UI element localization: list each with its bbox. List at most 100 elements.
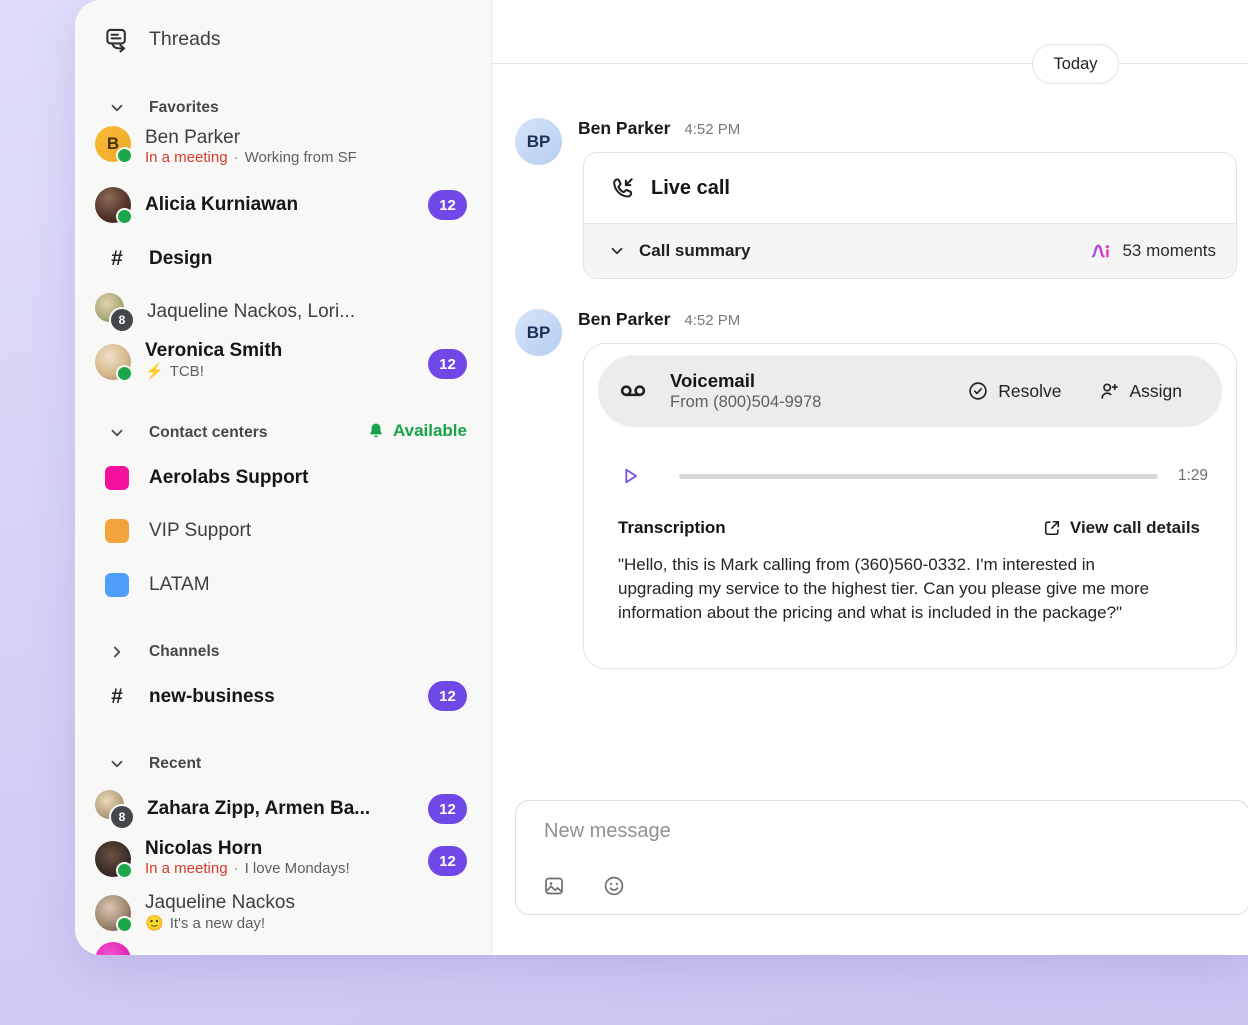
voicemail-from: From (800)504-9978	[670, 392, 821, 413]
group-avatar: 8	[95, 293, 133, 331]
status-emoji: ⚡	[145, 362, 164, 380]
moments-count: 53 moments	[1122, 241, 1216, 261]
avatar: BP	[515, 309, 562, 356]
unread-badge: 12	[428, 349, 467, 379]
sidebar-item-design[interactable]: # Design	[97, 243, 212, 275]
play-button[interactable]	[619, 464, 641, 488]
emoji-button[interactable]	[602, 874, 626, 898]
hash-icon: #	[97, 685, 137, 709]
sidebar-item-ben-parker[interactable]: B Ben Parker In a meeting · Working from…	[95, 126, 357, 178]
section-label: Favorites	[149, 99, 219, 117]
sidebar-item-new-business[interactable]: # new-business	[97, 681, 275, 713]
contact-name: Jaqueline Nackos	[145, 892, 295, 914]
presence-dot	[116, 208, 133, 225]
sidebar-item-latam[interactable]: LATAM	[97, 570, 210, 600]
sidebar-item-veronica[interactable]: Veronica Smith ⚡ TCB!	[95, 340, 282, 392]
sidebar: Threads Favorites B Ben Parker In a meet…	[75, 0, 492, 955]
person-add-icon	[1098, 380, 1120, 402]
message-author: Ben Parker	[578, 118, 670, 139]
sidebar-item-jaqueline-group[interactable]: 8 Jaqueline Nackos, Lori...	[95, 292, 355, 332]
assign-button[interactable]: Assign	[1098, 380, 1182, 402]
voicemail-title: Voicemail	[670, 369, 821, 392]
transcription-text: "Hello, this is Mark calling from (360)5…	[618, 553, 1163, 625]
call-summary-toggle[interactable]: Call summary	[584, 223, 1236, 278]
status-note: I love Mondays!	[245, 860, 350, 877]
queue-color-swatch	[105, 573, 129, 597]
message-timestamp: 4:52 PM	[684, 312, 740, 329]
bell-icon	[366, 421, 386, 441]
resolve-button[interactable]: Resolve	[967, 380, 1061, 402]
queue-color-swatch	[105, 466, 129, 490]
voicemail-header: Voicemail From (800)504-9978 Resolve	[598, 355, 1222, 427]
date-divider-line	[492, 63, 1248, 64]
live-call-card: Live call Call summary	[583, 152, 1237, 279]
section-label: Channels	[149, 643, 220, 661]
section-header-recent[interactable]: Recent	[97, 751, 201, 777]
status-emoji: 🙂	[145, 914, 164, 932]
live-call-row[interactable]: Live call	[584, 153, 1236, 223]
contact-name: Nicolas Horn	[145, 838, 350, 860]
view-call-details-link[interactable]: View call details	[1042, 518, 1200, 538]
channel-name: new-business	[149, 686, 275, 708]
avatar: B	[95, 126, 131, 162]
sidebar-item-vip-support[interactable]: VIP Support	[97, 516, 251, 546]
ai-icon	[1090, 240, 1113, 263]
chevron-down-icon	[608, 242, 626, 260]
section-header-favorites[interactable]: Favorites	[97, 95, 219, 121]
queue-name: LATAM	[149, 574, 210, 596]
ai-moments: 53 moments	[1090, 240, 1216, 263]
contact-name: Ben Parker	[145, 127, 357, 149]
section-header-channels[interactable]: Channels	[97, 639, 220, 665]
contact-name: Alicia Kurniawan	[145, 194, 298, 216]
external-link-icon	[1042, 518, 1062, 538]
call-summary-label: Call summary	[639, 241, 751, 261]
group-name: Zahara Zipp, Armen Ba...	[147, 798, 370, 820]
presence-dot	[116, 862, 133, 879]
hash-icon: #	[97, 247, 137, 271]
presence-dot	[116, 365, 133, 382]
group-name: Jaqueline Nackos, Lori...	[147, 301, 355, 323]
chevron-down-icon	[97, 99, 137, 117]
presence-dot	[116, 147, 133, 164]
section-label: Recent	[149, 755, 201, 773]
chat-panel: Today BP Ben Parker 4:52 PM Live call	[492, 0, 1248, 955]
voicemail-card: Voicemail From (800)504-9978 Resolve	[583, 343, 1237, 669]
sidebar-item-zahara-group[interactable]: 8 Zahara Zipp, Armen Ba...	[95, 789, 370, 829]
message-author: Ben Parker	[578, 309, 670, 330]
avatar	[95, 344, 131, 380]
queue-name: VIP Support	[149, 520, 251, 542]
availability-status[interactable]: Available	[366, 421, 467, 441]
unread-badge: 12	[428, 794, 467, 824]
live-call-title: Live call	[651, 177, 730, 200]
group-avatar: 8	[95, 790, 133, 828]
audio-duration: 1:29	[1178, 467, 1208, 485]
status-note: Working from SF	[245, 149, 357, 166]
status-note: TCB!	[170, 363, 204, 380]
new-message-input[interactable]	[542, 819, 1219, 844]
attach-image-button[interactable]	[542, 874, 566, 898]
channel-name: Design	[149, 248, 212, 270]
chevron-down-icon	[97, 424, 137, 442]
section-header-contact-centers[interactable]: Contact centers	[97, 420, 268, 446]
sidebar-item-label: Threads	[149, 28, 221, 51]
sidebar-item-threads[interactable]: Threads	[97, 22, 221, 56]
unread-badge: 12	[428, 846, 467, 876]
incoming-call-icon	[609, 175, 636, 202]
check-circle-icon	[967, 380, 989, 402]
sidebar-item-alicia[interactable]: Alicia Kurniawan	[95, 186, 298, 224]
member-count-badge: 8	[109, 804, 135, 830]
threads-icon	[97, 26, 137, 53]
status-note: It's a new day!	[170, 915, 265, 932]
message-timestamp: 4:52 PM	[684, 121, 740, 138]
avatar	[95, 187, 131, 223]
sidebar-item-aerolabs-support[interactable]: Aerolabs Support	[97, 463, 308, 493]
chevron-down-icon	[97, 755, 137, 773]
sidebar-item-nicolas[interactable]: Nicolas Horn In a meeting · I love Monda…	[95, 838, 350, 890]
audio-progress-bar[interactable]	[679, 474, 1158, 479]
unread-badge: 12	[428, 681, 467, 711]
avatar: BP	[515, 118, 562, 165]
contact-name: Veronica Smith	[145, 340, 282, 362]
member-count-badge: 8	[109, 307, 135, 333]
app-window: Threads Favorites B Ben Parker In a meet…	[75, 0, 1248, 955]
sidebar-item-jaqueline[interactable]: Jaqueline Nackos 🙂 It's a new day!	[95, 892, 295, 944]
